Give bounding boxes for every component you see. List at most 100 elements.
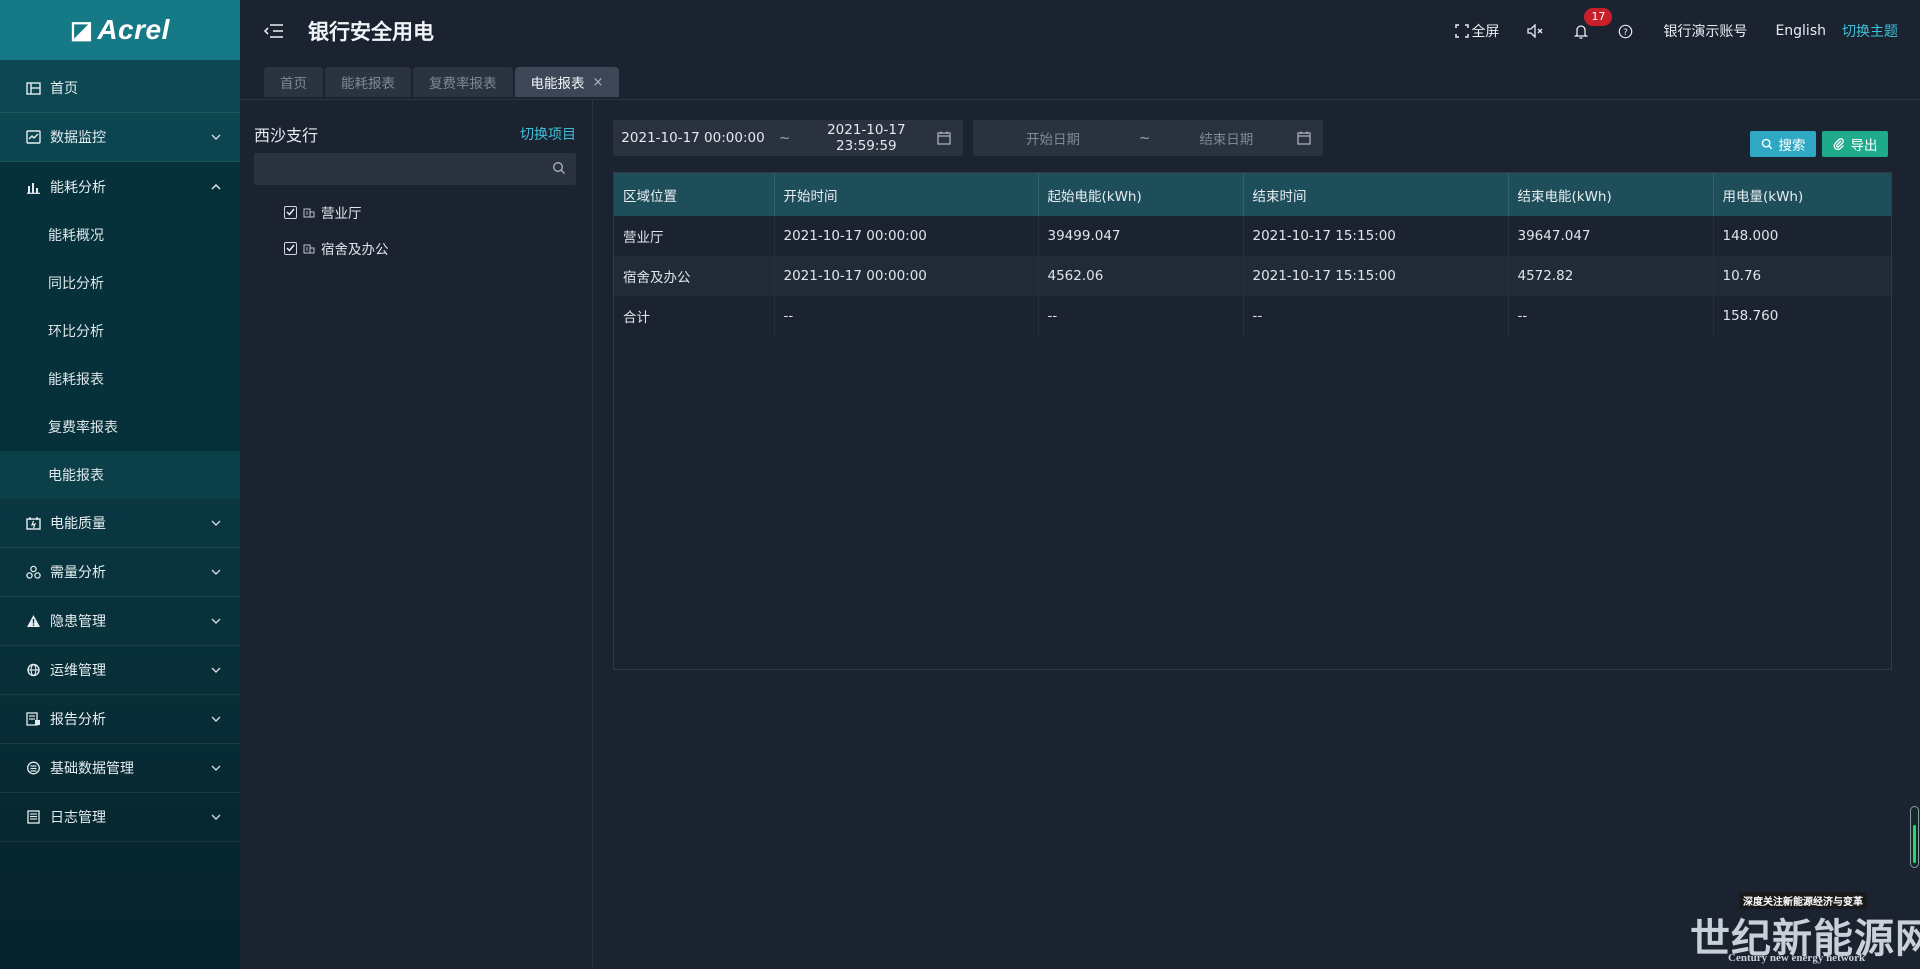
tree-node[interactable]: 营业厅 bbox=[284, 202, 362, 222]
sidebar-item-maintenance[interactable]: 运维管理 bbox=[0, 646, 240, 695]
chevron-down-icon bbox=[210, 566, 222, 578]
chevron-down-icon bbox=[210, 664, 222, 676]
watermark: 深度关注新能源经济与变革 世纪新能源网 Century new energy n… bbox=[1690, 892, 1920, 966]
checkbox-checked-icon[interactable] bbox=[284, 205, 297, 219]
sidebar-item-power-quality[interactable]: 电能质量 bbox=[0, 499, 240, 548]
sidebar-item-label: 数据监控 bbox=[50, 130, 106, 146]
table-row[interactable]: 宿舍及办公 2021-10-17 00:00:00 4562.06 2021-1… bbox=[614, 256, 1891, 296]
help-button[interactable]: ? bbox=[1618, 24, 1635, 39]
language-switch[interactable]: English bbox=[1775, 23, 1826, 39]
tree-node[interactable]: 宿舍及办公 bbox=[284, 238, 389, 258]
table-header-row: 区域位置 开始时间 起始电能(kWh) 结束时间 结束电能(kWh) 用电量(k… bbox=[614, 173, 1891, 216]
table-total-row[interactable]: 合计 -- -- -- -- 158.760 bbox=[614, 296, 1891, 336]
export-button[interactable]: 导出 bbox=[1822, 131, 1888, 157]
sidebar-item-label: 首页 bbox=[50, 81, 78, 97]
checkbox-checked-icon[interactable] bbox=[284, 241, 297, 255]
scroll-indicator[interactable] bbox=[1910, 806, 1919, 868]
table-cell: -- bbox=[1243, 296, 1509, 336]
column-header-end-energy[interactable]: 结束电能(kWh) bbox=[1508, 173, 1714, 216]
submenu-item-energy-report[interactable]: 能耗报表 bbox=[0, 355, 240, 403]
chevron-down-icon bbox=[210, 517, 222, 529]
notification-badge: 17 bbox=[1584, 7, 1613, 26]
submenu-item-multi-rate-report[interactable]: 复费率报表 bbox=[0, 403, 240, 451]
sidebar-item-base-data[interactable]: 基础数据管理 bbox=[0, 744, 240, 793]
table-row[interactable]: 营业厅 2021-10-17 00:00:00 39499.047 2021-1… bbox=[614, 216, 1891, 256]
bar-chart-icon bbox=[24, 178, 42, 196]
sidebar-item-report-analysis[interactable]: 报告分析 bbox=[0, 695, 240, 744]
range-separator: ~ bbox=[779, 130, 791, 146]
search-button[interactable]: 搜索 bbox=[1750, 131, 1816, 157]
tree-node-label: 营业厅 bbox=[321, 206, 362, 222]
table-cell: 2021-10-17 00:00:00 bbox=[774, 216, 1039, 256]
submenu-item-mom-analysis[interactable]: 环比分析 bbox=[0, 307, 240, 355]
sidebar-item-home[interactable]: 首页 bbox=[0, 64, 240, 113]
sidebar-item-energy-analysis[interactable]: 能耗分析 bbox=[0, 162, 240, 211]
date-range-picker[interactable]: 2021-10-17 00:00:00 ~ 2021-10-17 23:59:5… bbox=[613, 120, 963, 156]
sidebar-item-label: 报告分析 bbox=[50, 712, 106, 728]
monitor-icon bbox=[24, 128, 42, 146]
tab-home[interactable]: 首页 bbox=[264, 67, 323, 97]
account-menu[interactable]: 银行演示账号 bbox=[1663, 21, 1747, 41]
column-header-end-time[interactable]: 结束时间 bbox=[1243, 173, 1509, 216]
scroll-indicator-fill bbox=[1913, 825, 1916, 863]
search-button-label: 搜索 bbox=[1778, 138, 1806, 154]
calendar-icon[interactable] bbox=[937, 131, 951, 149]
notification-button[interactable]: 17 bbox=[1574, 7, 1613, 39]
search-icon[interactable] bbox=[552, 161, 566, 179]
date-range-picker-empty[interactable]: 开始日期 ~ 结束日期 bbox=[973, 120, 1323, 156]
project-tree-panel: 西沙支行 切换项目 营业厅 宿舍及办公 bbox=[240, 100, 593, 969]
submenu-item-energy-overview[interactable]: 能耗概况 bbox=[0, 211, 240, 259]
search-icon bbox=[1761, 138, 1772, 150]
logo[interactable]: ◪ Acrel bbox=[0, 0, 240, 60]
table-cell: 宿舍及办公 bbox=[614, 256, 775, 296]
power-quality-icon bbox=[24, 514, 42, 532]
column-header-consumption[interactable]: 用电量(kWh) bbox=[1713, 173, 1891, 216]
tree-search-box bbox=[254, 153, 576, 185]
energy-analysis-submenu: 能耗概况 同比分析 环比分析 能耗报表 复费率报表 电能报表 bbox=[0, 211, 240, 499]
sidebar-item-label: 电能质量 bbox=[50, 516, 106, 532]
tree-header: 西沙支行 切换项目 bbox=[254, 122, 576, 146]
close-icon[interactable]: × bbox=[593, 75, 604, 90]
submenu-item-electric-energy-report[interactable]: 电能报表 bbox=[0, 451, 240, 499]
project-title: 西沙支行 bbox=[254, 126, 319, 145]
page-title: 银行安全用电 bbox=[308, 20, 434, 44]
theme-switch-link[interactable]: 切换主题 bbox=[1842, 21, 1898, 41]
sidebar-menu: 首页 数据监控 能耗分析 能耗概况 同比分析 环比分析 能耗报表 复费率报表 电… bbox=[0, 60, 240, 842]
table-cell: 10.76 bbox=[1722, 268, 1762, 284]
fullscreen-button[interactable]: 全屏 bbox=[1455, 21, 1499, 41]
tree-search-input[interactable] bbox=[254, 153, 534, 185]
submenu-item-yoy-analysis[interactable]: 同比分析 bbox=[0, 259, 240, 307]
watermark-sub: Century new energy network bbox=[1728, 952, 1866, 964]
calendar-icon[interactable] bbox=[1297, 131, 1311, 149]
help-icon: ? bbox=[1619, 24, 1633, 38]
switch-project-link[interactable]: 切换项目 bbox=[520, 124, 576, 144]
column-header-area[interactable]: 区域位置 bbox=[614, 173, 775, 216]
tree-node-label: 宿舍及办公 bbox=[321, 242, 389, 258]
menu-toggle-icon[interactable] bbox=[264, 20, 286, 42]
range-separator: ~ bbox=[1139, 130, 1151, 146]
chevron-up-icon bbox=[210, 181, 222, 193]
sidebar-item-data-monitor[interactable]: 数据监控 bbox=[0, 113, 240, 162]
column-header-start-time[interactable]: 开始时间 bbox=[774, 173, 1039, 216]
tab-energy-report[interactable]: 能耗报表 bbox=[325, 67, 411, 97]
table-cell: 39647.047 bbox=[1508, 216, 1714, 256]
home-icon bbox=[24, 79, 42, 97]
sidebar-item-hazard-management[interactable]: 隐患管理 bbox=[0, 597, 240, 646]
building-icon bbox=[303, 206, 315, 218]
mute-icon bbox=[1527, 24, 1543, 38]
export-button-label: 导出 bbox=[1850, 138, 1878, 154]
table-cell: 2021-10-17 00:00:00 bbox=[774, 256, 1039, 296]
tab-multi-rate-report[interactable]: 复费率报表 bbox=[413, 67, 513, 97]
header-actions: 全屏 17 ? 银行演示账号 English 切换主题 bbox=[1427, 0, 1898, 62]
column-header-start-energy[interactable]: 起始电能(kWh) bbox=[1038, 173, 1244, 216]
mute-button[interactable] bbox=[1527, 24, 1546, 38]
table-cell: 营业厅 bbox=[614, 216, 775, 256]
sidebar-item-demand-analysis[interactable]: 需量分析 bbox=[0, 548, 240, 597]
sidebar-item-log-management[interactable]: 日志管理 bbox=[0, 793, 240, 842]
log-icon bbox=[24, 808, 42, 826]
end-date-placeholder: 结束日期 bbox=[1199, 132, 1254, 148]
bell-icon bbox=[1574, 24, 1589, 39]
table-cell: -- bbox=[1508, 296, 1714, 336]
table-cell: 4562.06 bbox=[1038, 256, 1244, 296]
tab-electric-energy-report[interactable]: 电能报表 × bbox=[514, 67, 620, 97]
